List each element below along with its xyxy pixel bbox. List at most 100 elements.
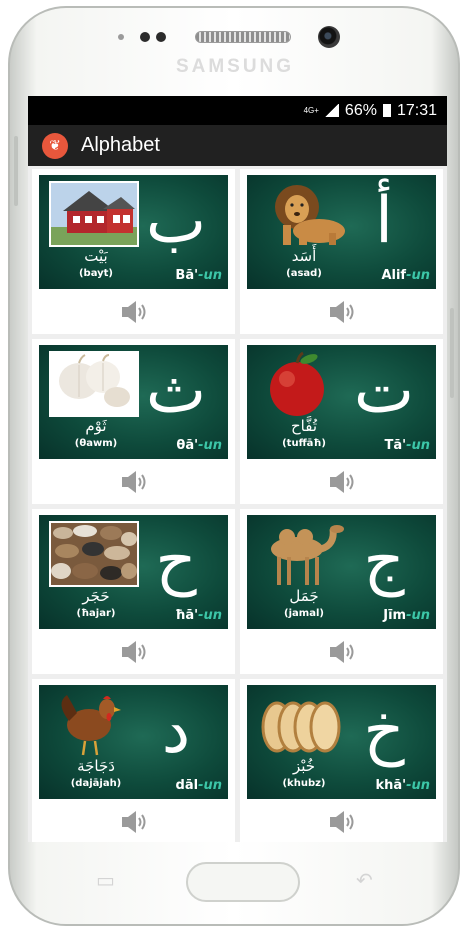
letter-cell: ج جَمَل (jamal) Jīm-un: [240, 509, 443, 674]
front-camera: [318, 26, 340, 48]
example-word-transliteration: (asad): [286, 268, 322, 279]
letter-name: Bā'-un: [175, 268, 222, 283]
letter-suffix: -un: [198, 438, 222, 453]
letter-name: khā'-un: [375, 778, 430, 793]
letter-cell: د دَجَاجَة (dajājah) dāl-un: [32, 679, 235, 842]
garlic-image: [49, 351, 139, 417]
letter-cell: أ أَسَد (asad) Alif-un: [240, 169, 443, 334]
play-sound-icon[interactable]: [118, 297, 148, 327]
example-word-transliteration: (tuffāħ): [282, 438, 326, 449]
example-word-transliteration: (ħajar): [76, 608, 116, 619]
arabic-letter: خ: [363, 694, 405, 768]
battery-icon: [382, 104, 391, 117]
play-sound-icon[interactable]: [326, 637, 356, 667]
example-word-arabic: حَجَر: [82, 587, 110, 605]
device-brand: SAMSUNG: [175, 56, 295, 77]
network-type: 4G+: [303, 105, 319, 115]
example-word-transliteration: (dajājah): [70, 778, 122, 789]
letter-suffix: -un: [406, 438, 430, 453]
play-sound-icon[interactable]: [118, 807, 148, 837]
arabic-letter: د: [161, 694, 191, 768]
arabic-letter: ت: [353, 354, 415, 428]
power-button: [450, 308, 454, 398]
apple-image: [257, 351, 347, 417]
letter-name-text: Alif: [381, 268, 407, 283]
letter-name-text: dāl: [175, 778, 199, 793]
letter-name: dāl-un: [176, 778, 222, 793]
example-word-transliteration: (bayt): [78, 268, 114, 279]
example-word-transliteration: (jamal): [284, 608, 324, 619]
sensor-dot: [118, 34, 124, 40]
app-title: Alphabet: [81, 134, 160, 156]
letter-card[interactable]: ب بَيْت (bayt) Bā'-un: [39, 175, 228, 289]
play-sound-icon[interactable]: [326, 807, 356, 837]
arabic-letter: ب: [145, 184, 207, 258]
example-word-arabic: أَسَد: [291, 247, 317, 265]
letter-card[interactable]: خ خُبْز (khubz) khā'-un: [247, 685, 436, 799]
letter-name: Alif-un: [381, 268, 430, 283]
letter-grid: ب بَيْت (bayt) Bā'-un أ أَسَد (asad) Ali…: [28, 166, 447, 842]
letter-name: Jīm-un: [383, 608, 430, 623]
letter-suffix: -un: [406, 608, 430, 623]
letter-name: ħā'-un: [175, 608, 222, 623]
play-sound-icon[interactable]: [118, 467, 148, 497]
letter-name: Tā'-un: [384, 438, 430, 453]
letter-suffix: -un: [198, 268, 222, 283]
example-word-transliteration: (khubz): [282, 778, 326, 789]
letter-suffix: -un: [198, 778, 222, 793]
clock: 17:31: [396, 101, 437, 119]
lion-image: [257, 181, 347, 247]
letter-card[interactable]: أ أَسَد (asad) Alif-un: [247, 175, 436, 289]
letter-suffix: -un: [406, 778, 430, 793]
arabic-letter: ج: [363, 524, 405, 598]
play-sound-icon[interactable]: [118, 637, 148, 667]
letter-name: θā'-un: [176, 438, 222, 453]
arabic-letter: ث: [145, 354, 207, 428]
bread-image: [257, 691, 347, 757]
house-image: [49, 181, 139, 247]
screen: 4G+ 66% 17:31 ❦ Alphabet ب بَيْت (bayt) …: [28, 96, 447, 842]
back-icon[interactable]: ↶: [356, 868, 373, 892]
example-word-arabic: بَيْت: [84, 247, 108, 265]
sensor-dot: [156, 32, 166, 42]
letter-card[interactable]: ج جَمَل (jamal) Jīm-un: [247, 515, 436, 629]
letter-card[interactable]: ت تُفَّاح (tuffāħ) Tā'-un: [247, 345, 436, 459]
play-sound-icon[interactable]: [326, 297, 356, 327]
earpiece-speaker: [195, 31, 291, 43]
letter-card[interactable]: د دَجَاجَة (dajājah) dāl-un: [39, 685, 228, 799]
volume-button: [14, 136, 18, 206]
battery-percent: 66%: [344, 101, 377, 119]
letter-name-text: ħā': [175, 608, 199, 623]
letter-name-text: Jīm: [383, 608, 407, 623]
letter-cell: ح حَجَر (ħajar) ħā'-un: [32, 509, 235, 674]
letter-name-text: θā': [176, 438, 199, 453]
letter-cell: ب بَيْت (bayt) Bā'-un: [32, 169, 235, 334]
example-word-transliteration: (θawm): [74, 438, 118, 449]
example-word-arabic: دَجَاجَة: [77, 757, 115, 775]
example-word-arabic: خُبْز: [292, 757, 316, 775]
example-word-arabic: ثَوْم: [85, 417, 107, 435]
example-word-arabic: تُفَّاح: [290, 417, 317, 435]
status-bar: 4G+ 66% 17:31: [28, 96, 447, 125]
letter-cell: خ خُبْز (khubz) khā'-un: [240, 679, 443, 842]
arabic-letter: أ: [375, 184, 393, 258]
signal-icon: [324, 104, 339, 117]
letter-name-text: Bā': [175, 268, 199, 283]
letter-cell: ت تُفَّاح (tuffāħ) Tā'-un: [240, 339, 443, 504]
app-bar: ❦ Alphabet: [28, 125, 447, 166]
camel-image: [257, 521, 347, 587]
home-button[interactable]: [186, 862, 300, 902]
arabic-letter: ح: [155, 524, 197, 598]
letter-card[interactable]: ث ثَوْم (θawm) θā'-un: [39, 345, 228, 459]
letter-suffix: -un: [406, 268, 430, 283]
letter-name-text: khā': [375, 778, 407, 793]
recent-apps-icon[interactable]: ▭: [96, 868, 115, 892]
letter-card[interactable]: ح حَجَر (ħajar) ħā'-un: [39, 515, 228, 629]
sensor-dot: [140, 32, 150, 42]
letter-cell: ث ثَوْم (θawm) θā'-un: [32, 339, 235, 504]
play-sound-icon[interactable]: [326, 467, 356, 497]
hen-image: [49, 691, 139, 757]
app-logo-icon[interactable]: ❦: [42, 132, 68, 159]
letter-name-text: Tā': [384, 438, 407, 453]
stones-image: [49, 521, 139, 587]
